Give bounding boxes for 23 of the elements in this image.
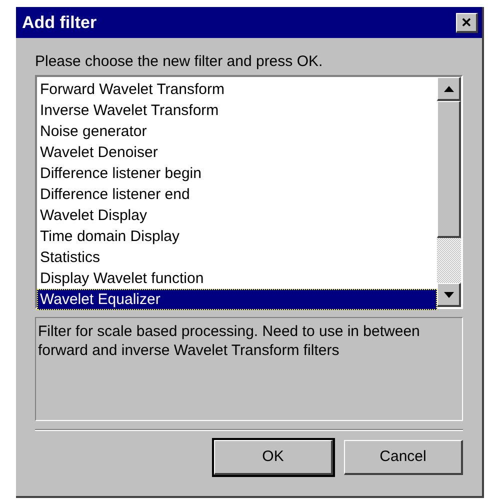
list-item[interactable]: Difference listener begin: [37, 163, 437, 184]
up-arrow-icon: [444, 86, 454, 92]
prompt-text: Please choose the new filter and press OK.: [35, 52, 324, 72]
cancel-button[interactable]: Cancel: [344, 440, 463, 475]
window-title: Add filter: [22, 12, 97, 34]
close-button[interactable]: ✕: [456, 12, 478, 32]
list-item[interactable]: Wavelet Display: [37, 205, 437, 226]
scroll-up-button[interactable]: [437, 77, 461, 101]
scroll-down-button[interactable]: [437, 283, 461, 307]
list-item[interactable]: Display Wavelet function: [37, 268, 437, 289]
description-text: Filter for scale based processing. Need to use in between forward and inverse Wavelet Transform filters: [35, 317, 463, 421]
down-arrow-icon: [444, 292, 454, 298]
list-item[interactable]: Wavelet Denoiser: [37, 142, 437, 163]
list-item[interactable]: Difference listener end: [37, 184, 437, 205]
list-item[interactable]: Statistics: [37, 247, 437, 268]
scroll-thumb[interactable]: [437, 101, 461, 238]
list-item[interactable]: Noise generator: [37, 121, 437, 142]
list-item[interactable]: Inverse Wavelet Transform: [37, 100, 437, 121]
ok-button[interactable]: OK: [214, 440, 333, 475]
list-item[interactable]: Forward Wavelet Transform: [37, 79, 437, 100]
list-item[interactable]: Time domain Display: [37, 226, 437, 247]
list-item[interactable]: Wavelet Equalizer: [37, 289, 437, 310]
scrollbar[interactable]: [437, 77, 461, 307]
